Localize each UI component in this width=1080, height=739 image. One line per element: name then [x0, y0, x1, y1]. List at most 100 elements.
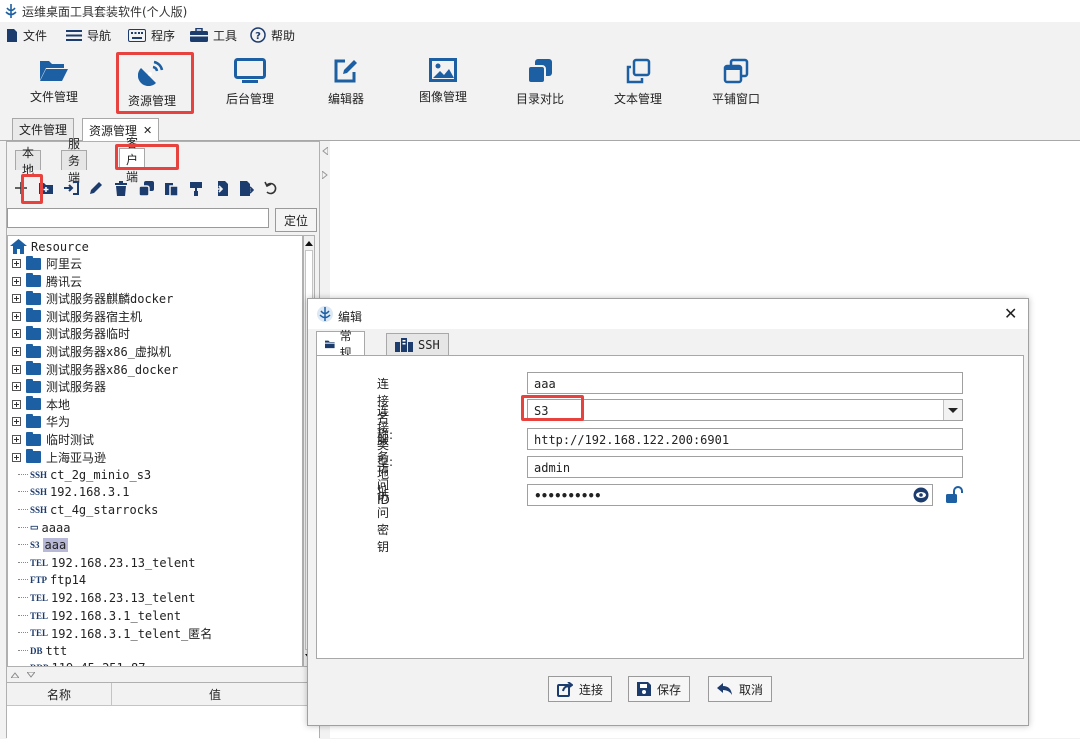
tree-connection[interactable]: TEL 192.168.3.1_telent: [18, 607, 181, 624]
search-row: 定位: [7, 208, 317, 232]
toolbar-editor[interactable]: 编辑器: [304, 54, 388, 112]
access-id-input[interactable]: admin: [527, 456, 963, 478]
tree-connection[interactable]: ▭ aaaa: [18, 519, 70, 536]
dialog-close-icon[interactable]: ✕: [1004, 304, 1017, 323]
tree-folder[interactable]: 腾讯云: [12, 273, 82, 290]
tree-folder[interactable]: 测试服务器: [12, 378, 106, 395]
tree-connection[interactable]: SSH ct_4g_starrocks: [18, 501, 158, 518]
eye-icon[interactable]: [912, 487, 930, 503]
expand-icon[interactable]: [12, 294, 21, 304]
column-header-value[interactable]: 值: [111, 683, 319, 705]
unlock-icon[interactable]: [945, 486, 963, 504]
expand-icon[interactable]: [12, 276, 21, 286]
column-header-name-label: 名称: [46, 687, 71, 702]
scroll-up-arrow-icon[interactable]: [305, 240, 313, 246]
column-header-name[interactable]: 名称: [7, 683, 112, 705]
expand-icon[interactable]: [12, 329, 21, 339]
tab-file-manager[interactable]: 文件管理: [12, 118, 75, 140]
tree-folder[interactable]: 测试服务器x86_虚拟机: [12, 343, 171, 360]
subtab-client[interactable]: 客户端: [119, 136, 146, 184]
save-button[interactable]: 保存: [628, 676, 691, 702]
tree-connection[interactable]: DB ttt: [18, 642, 67, 659]
toolbar-tile-windows[interactable]: 平铺窗口: [694, 54, 778, 112]
menu-help[interactable]: ? 帮助: [250, 26, 295, 44]
toolbar-dir-compare[interactable]: 目录对比: [498, 54, 582, 112]
tree-connection[interactable]: SSH 192.168.3.1: [18, 484, 130, 501]
copy-button[interactable]: [136, 178, 156, 198]
service-address-input[interactable]: http://192.168.122.200:6901: [527, 428, 963, 450]
tree-connection-label: aaaa: [41, 520, 71, 535]
add-button[interactable]: [11, 178, 31, 198]
access-key-input[interactable]: ••••••••••: [527, 484, 933, 506]
paste-button[interactable]: [161, 178, 181, 198]
subtab-server[interactable]: 服务端: [61, 137, 88, 185]
connect-button[interactable]: 连接: [548, 676, 613, 702]
refresh-button[interactable]: [261, 178, 281, 198]
tree-connection[interactable]: RDP119.45.251.87: [18, 660, 145, 666]
connection-type-badge: FTP: [30, 575, 47, 586]
menu-navigate[interactable]: 导航: [66, 26, 111, 44]
import-button[interactable]: [61, 178, 81, 198]
expand-icon[interactable]: [12, 399, 21, 409]
connection-type-badge: RDP: [30, 663, 49, 666]
collapse-left-icon[interactable]: [322, 147, 328, 155]
connection-type-select[interactable]: S3: [527, 399, 963, 421]
tree-folder[interactable]: 测试服务器x86_docker: [12, 361, 178, 378]
toolbar-resource-manager[interactable]: 资源管理: [110, 54, 194, 112]
tab-resource-manager[interactable]: 资源管理 ✕: [82, 118, 160, 141]
tree-folder[interactable]: 临时测试: [12, 431, 94, 448]
import-file-button[interactable]: [211, 178, 231, 198]
tree-connection[interactable]: FTP ftp14: [18, 572, 86, 589]
svg-text:?: ?: [255, 31, 261, 42]
tab-ssh[interactable]: SSH: [386, 333, 449, 355]
tree-root[interactable]: Resource: [10, 238, 89, 255]
menu-program[interactable]: 程序: [128, 26, 175, 44]
cancel-button[interactable]: 取消: [708, 676, 773, 702]
collapse-right-icon[interactable]: [322, 171, 328, 179]
locate-button[interactable]: 定位: [275, 208, 317, 232]
expand-icon[interactable]: [12, 452, 21, 462]
toolbar-text-manager[interactable]: 文本管理: [596, 54, 680, 112]
edit-button[interactable]: [86, 178, 106, 198]
delete-button[interactable]: [111, 178, 131, 198]
split-pane-handle[interactable]: [7, 669, 315, 681]
subtab-local[interactable]: 本地: [15, 146, 42, 177]
tree-folder[interactable]: 测试服务器麒麟docker: [12, 290, 173, 307]
expand-icon[interactable]: [12, 311, 21, 321]
expand-icon[interactable]: [12, 364, 21, 374]
export-file-button[interactable]: [236, 178, 256, 198]
tree-folder[interactable]: 本地: [12, 396, 70, 413]
new-folder-button[interactable]: [36, 178, 56, 198]
tree-folder[interactable]: 测试服务器宿主机: [12, 308, 142, 325]
tree-folder[interactable]: 阿里云: [12, 255, 82, 272]
expand-icon[interactable]: [12, 435, 21, 444]
connection-type-badge: S3: [30, 540, 40, 551]
tree-folder[interactable]: 测试服务器临时: [12, 325, 130, 342]
expand-icon[interactable]: [12, 382, 21, 392]
tree-connection[interactable]: S3 aaa: [18, 537, 69, 554]
tree-connection[interactable]: TEL 192.168.23.13_telent: [18, 589, 196, 606]
expand-icon[interactable]: [12, 259, 21, 268]
tab-close-icon[interactable]: ✕: [143, 124, 152, 137]
tree-connection[interactable]: TEL 192.168.3.1_telent_匿名: [18, 625, 212, 642]
expand-icon[interactable]: [12, 347, 21, 356]
toolbar-file-manager[interactable]: 文件管理: [12, 54, 96, 112]
tree-folder[interactable]: 上海亚马逊: [12, 449, 106, 466]
toolbar-image-manager[interactable]: 图像管理: [401, 54, 485, 112]
collapse-up-icon[interactable]: [11, 672, 19, 678]
collapse-down-icon[interactable]: [27, 672, 35, 678]
toolbar-backend-manager[interactable]: 后台管理: [208, 54, 292, 112]
expand-icon[interactable]: [12, 417, 21, 427]
tree-connection[interactable]: SSH ct_2g_minio_s3: [18, 466, 151, 483]
menu-tools[interactable]: 工具: [190, 26, 237, 44]
connection-name-input[interactable]: aaa: [527, 372, 963, 394]
tree-connection[interactable]: TEL 192.168.23.13_telent: [18, 554, 196, 571]
connect-button-label: 连接: [579, 682, 604, 697]
connection-type-badge: TEL: [30, 557, 49, 568]
paint-button[interactable]: [186, 178, 206, 198]
chevron-down-icon[interactable]: [943, 400, 962, 420]
menu-file[interactable]: 文件: [6, 26, 47, 44]
tab-general[interactable]: 常规: [316, 329, 366, 360]
tree-folder[interactable]: 华为: [12, 413, 70, 430]
search-input[interactable]: [7, 208, 269, 228]
